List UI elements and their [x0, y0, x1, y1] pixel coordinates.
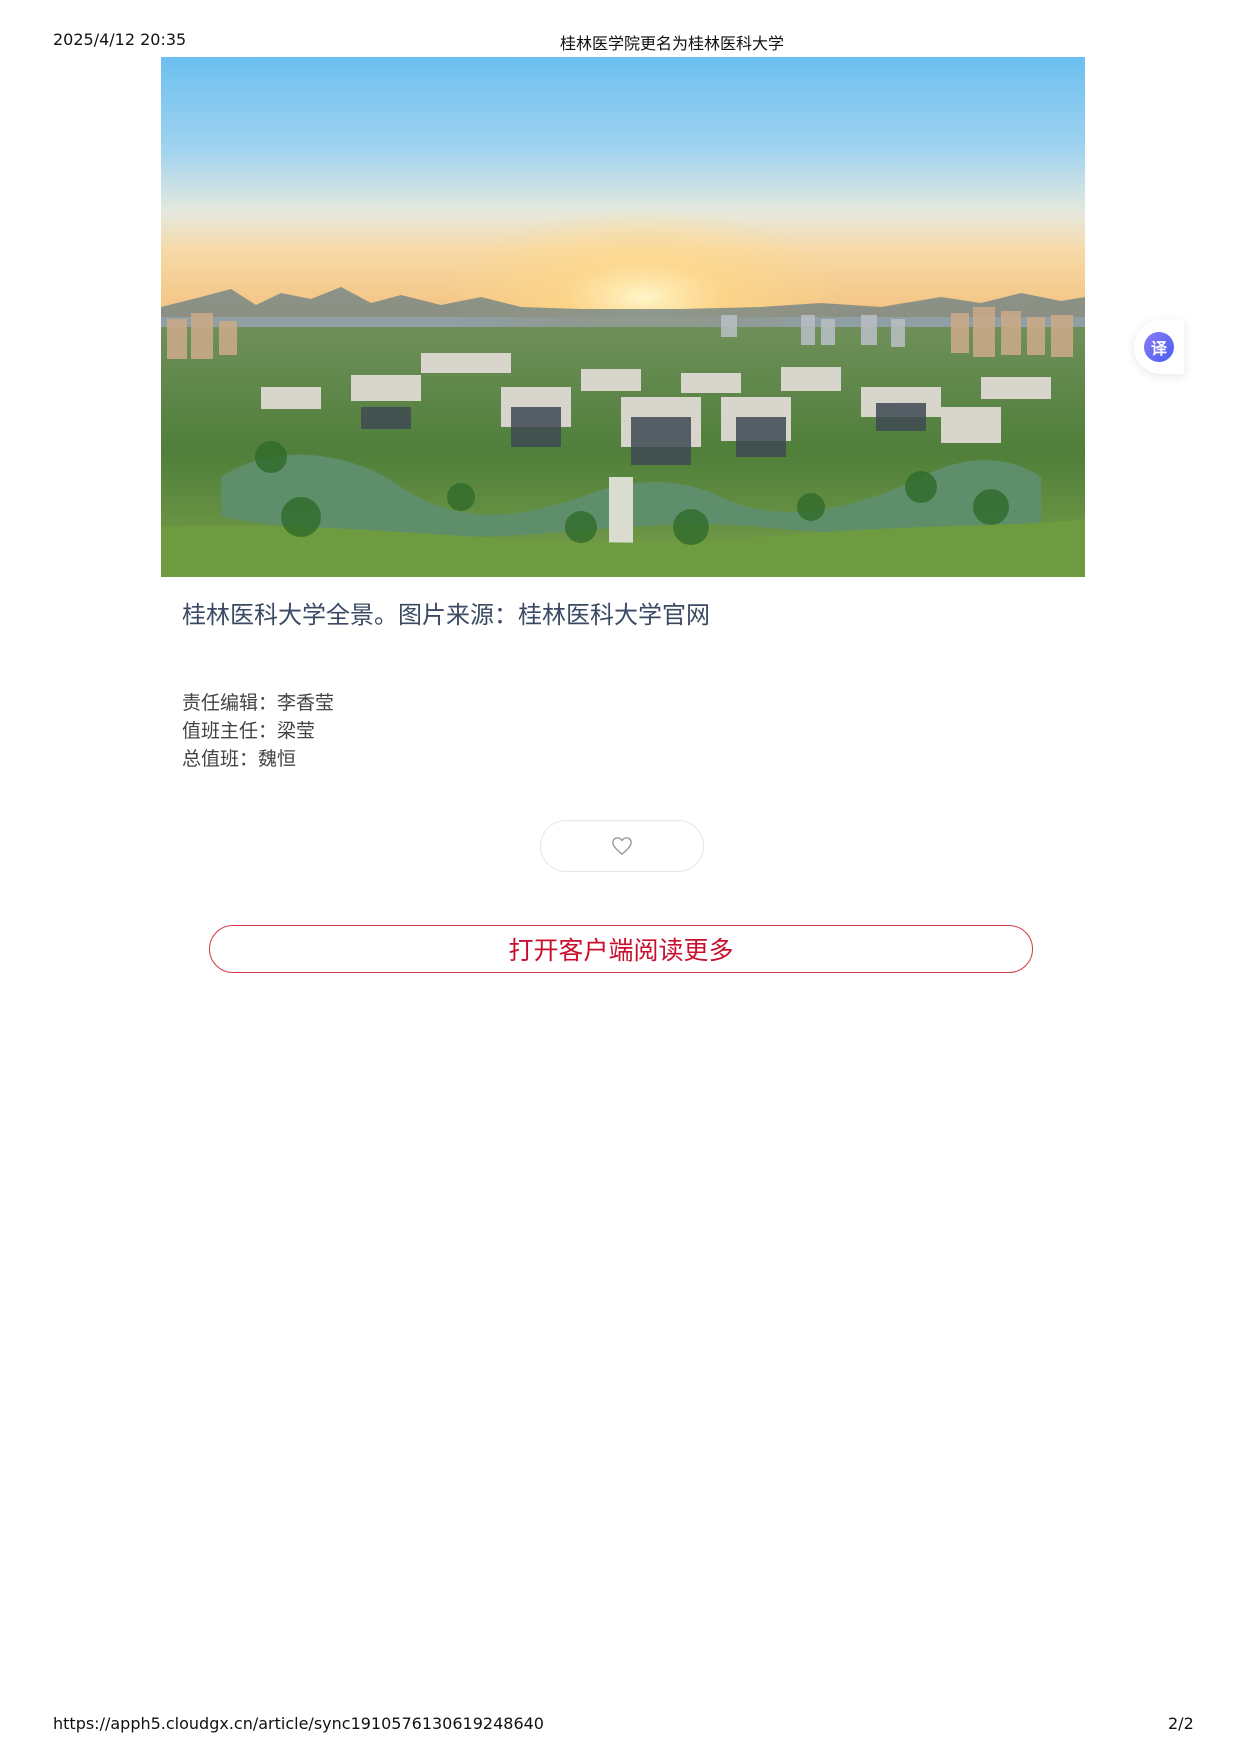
- credit-responsible-editor: 责任编辑：李香莹: [182, 692, 335, 714]
- like-button[interactable]: [540, 820, 704, 872]
- open-app-read-more-button[interactable]: 打开客户端阅读更多: [209, 925, 1033, 973]
- print-page-number: 2/2: [1168, 1714, 1194, 1733]
- image-caption: 桂林医科大学全景。图片来源：桂林医科大学官网: [182, 601, 710, 629]
- heart-icon: [612, 837, 632, 855]
- print-timestamp: 2025/4/12 20:35: [53, 30, 187, 49]
- translate-icon: 译: [1144, 332, 1174, 362]
- editor-credits: 责任编辑：李香莹 值班主任：梁莹 总值班：魏恒: [182, 689, 334, 773]
- credit-shift-director: 值班主任：梁莹: [182, 720, 316, 742]
- translate-widget[interactable]: 译: [1134, 320, 1184, 374]
- print-page-title: 桂林医学院更名为桂林医科大学: [560, 34, 785, 53]
- print-footer-url: https://apph5.cloudgx.cn/article/sync191…: [53, 1714, 544, 1733]
- campus-panorama-image: [161, 57, 1085, 577]
- credit-chief-on-duty: 总值班：魏恒: [182, 748, 297, 770]
